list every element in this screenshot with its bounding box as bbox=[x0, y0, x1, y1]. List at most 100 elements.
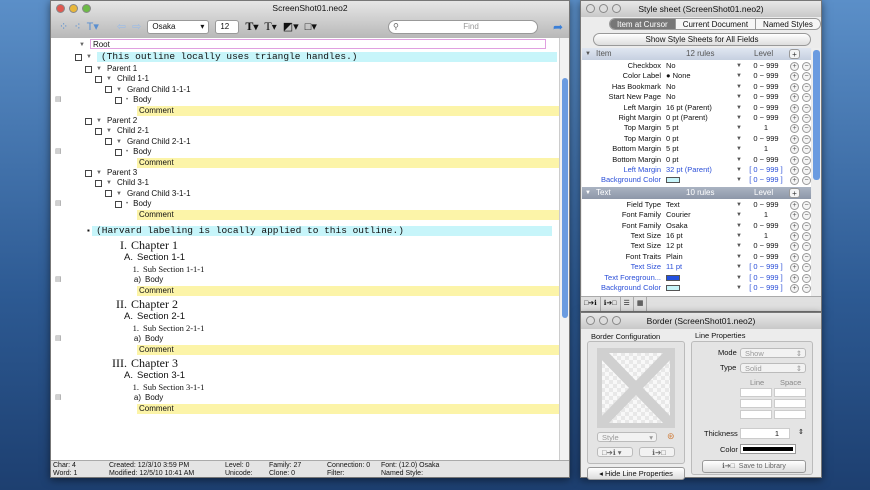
rule-value[interactable]: 5 pt bbox=[666, 123, 742, 133]
rule-value[interactable]: 11 pt bbox=[666, 262, 742, 272]
checkbox[interactable] bbox=[105, 86, 112, 94]
rule-value[interactable]: Text bbox=[666, 200, 742, 210]
rule-value[interactable]: Courier bbox=[666, 210, 742, 220]
outline-row-body[interactable]: • Body bbox=[115, 147, 151, 157]
space-dash-field[interactable] bbox=[774, 399, 806, 408]
rule-level[interactable]: 0 ~ 999 bbox=[746, 200, 786, 210]
dropdown-arrow-icon[interactable]: ▼ bbox=[736, 200, 742, 210]
rule-value[interactable]: 5 pt bbox=[666, 144, 742, 154]
list-view-icon[interactable]: ☰ bbox=[621, 297, 634, 311]
zoom-button[interactable] bbox=[612, 316, 621, 325]
rule-level[interactable]: 0 ~ 999 bbox=[746, 134, 786, 144]
dropdown-arrow-icon[interactable]: ▼ bbox=[736, 134, 742, 144]
checkbox[interactable] bbox=[105, 190, 112, 198]
outline-row-chap[interactable]: III. Chapter 3 bbox=[87, 356, 178, 370]
style-rule-row[interactable]: Right Margin 0 pt (Parent) ▼ 0 ~ 999 + − bbox=[582, 113, 811, 123]
rule-value[interactable]: 0 pt bbox=[666, 155, 742, 165]
add-sibling-icon[interactable]: ⁘ bbox=[59, 20, 68, 34]
disclosure-triangle-icon[interactable]: ▼ bbox=[96, 64, 102, 74]
rule-level[interactable]: 0 ~ 999 bbox=[746, 61, 786, 71]
paste-style-button[interactable]: ℹ➔□ bbox=[601, 297, 621, 311]
add-rule-icon[interactable]: + bbox=[789, 49, 800, 59]
style-rule-row[interactable]: Bottom Margin 0 pt ▼ 0 ~ 999 + − bbox=[582, 155, 811, 165]
disclosure-triangle-icon[interactable]: ▼ bbox=[86, 52, 92, 62]
outline-row-harvard[interactable]: ▪ (Harvard labeling is locally applied t… bbox=[87, 226, 553, 236]
disclosure-triangle-icon[interactable]: ▼ bbox=[106, 126, 112, 136]
disclosure-triangle-icon[interactable]: ▼ bbox=[106, 74, 112, 84]
remove-rule-icon[interactable]: − bbox=[802, 232, 811, 241]
dropdown-arrow-icon[interactable]: ▼ bbox=[736, 123, 742, 133]
outline-row-chap[interactable]: II. Chapter 2 bbox=[87, 297, 178, 311]
rule-value[interactable]: 32 pt (Parent) bbox=[666, 165, 742, 175]
style-rule-row[interactable]: Bottom Margin 5 pt ▼ 1 + − bbox=[582, 144, 811, 155]
scroll-thumb[interactable] bbox=[813, 50, 820, 180]
add-rule-icon[interactable]: + bbox=[790, 124, 799, 134]
rule-level[interactable]: [ 0 ~ 999 ] bbox=[746, 165, 786, 175]
tab-named-styles[interactable]: Named Styles bbox=[756, 19, 820, 29]
outline-row-sect[interactable]: A. Section 1-1 bbox=[101, 252, 185, 264]
rule-level[interactable]: 0 ~ 999 bbox=[746, 113, 786, 123]
add-child-icon[interactable]: ⁖ bbox=[74, 20, 80, 34]
show-all-fields-button[interactable]: Show Style Sheets for All Fields bbox=[593, 33, 811, 46]
remove-rule-icon[interactable]: − bbox=[802, 82, 811, 92]
group-header-item_header[interactable]: Item ▼ 12 rules Level + bbox=[582, 48, 811, 60]
checkbox[interactable] bbox=[85, 65, 92, 73]
outline-row-node[interactable]: ▼ Parent 1 bbox=[85, 64, 137, 74]
line-dash-field[interactable] bbox=[740, 410, 772, 419]
style-select[interactable]: Style ▾ bbox=[597, 432, 657, 442]
dropdown-arrow-icon[interactable]: ▼ bbox=[736, 252, 742, 262]
color-swatch[interactable] bbox=[666, 274, 680, 281]
text-style-icon[interactable]: T▾ bbox=[87, 20, 99, 34]
style-rule-row[interactable]: Background Color ▼ [ 0 ~ 999 ] + − bbox=[582, 175, 811, 186]
dropdown-arrow-icon[interactable]: ▼ bbox=[736, 273, 742, 283]
outline-row-node[interactable]: ▼ Child 3-1 bbox=[95, 178, 149, 188]
disclosure-triangle-icon[interactable]: ▼ bbox=[116, 189, 122, 199]
note-icon[interactable]: ▤ bbox=[55, 147, 62, 155]
dropdown-arrow-icon[interactable]: ▼ bbox=[736, 113, 742, 123]
rule-value[interactable]: 0 pt bbox=[666, 134, 742, 144]
dropdown-arrow-icon[interactable]: ▼ bbox=[736, 262, 742, 272]
tab-item-at-cursor[interactable]: Item at Cursor bbox=[610, 19, 676, 29]
share-icon[interactable]: ➦ bbox=[553, 20, 563, 34]
style-rule-row[interactable]: Top Margin 0 pt ▼ 0 ~ 999 + − bbox=[582, 134, 811, 144]
disclosure-triangle-icon[interactable]: ▼ bbox=[96, 168, 102, 178]
color-well[interactable] bbox=[740, 444, 796, 454]
outline-row-chap[interactable]: I. Chapter 1 bbox=[87, 238, 178, 252]
remove-rule-icon[interactable]: − bbox=[802, 211, 811, 221]
checkbox[interactable] bbox=[115, 96, 122, 104]
type-select[interactable]: Solid ⇕ bbox=[740, 363, 806, 373]
minimize-button[interactable] bbox=[599, 316, 608, 325]
outline-row-comment[interactable]: Comment bbox=[137, 105, 561, 116]
outline-row-sect[interactable]: A. Section 3-1 bbox=[101, 370, 185, 382]
add-rule-icon[interactable]: + bbox=[790, 200, 799, 210]
remove-rule-icon[interactable]: − bbox=[802, 72, 811, 82]
reset-icon[interactable]: ⊛ bbox=[667, 431, 675, 442]
rule-level[interactable]: 0 ~ 999 bbox=[746, 103, 786, 113]
rule-value[interactable]: 16 pt (Parent) bbox=[666, 103, 742, 113]
remove-rule-icon[interactable]: − bbox=[802, 114, 811, 123]
remove-rule-icon[interactable]: − bbox=[802, 134, 811, 144]
save-to-library-button[interactable]: ℹ➔□ Save to Library bbox=[702, 460, 806, 473]
rule-level[interactable]: 0 ~ 999 bbox=[746, 155, 786, 165]
style-rule-row[interactable]: Text Size 11 pt ▼ [ 0 ~ 999 ] + − bbox=[582, 262, 811, 273]
rule-value[interactable]: 0 pt (Parent) bbox=[666, 113, 742, 123]
close-button[interactable] bbox=[586, 316, 595, 325]
rule-value[interactable] bbox=[666, 273, 742, 283]
rule-level[interactable]: [ 0 ~ 999 ] bbox=[746, 262, 786, 272]
scroll-thumb[interactable] bbox=[562, 78, 568, 318]
add-rule-icon[interactable]: + bbox=[790, 103, 799, 113]
remove-rule-icon[interactable]: − bbox=[802, 155, 811, 165]
dropdown-arrow-icon[interactable]: ▼ bbox=[736, 221, 742, 231]
rule-level[interactable]: [ 0 ~ 999 ] bbox=[746, 273, 786, 283]
checkbox[interactable] bbox=[115, 200, 122, 208]
add-rule-icon[interactable]: + bbox=[790, 252, 799, 262]
outline-row-hbody[interactable]: a) Body bbox=[125, 334, 163, 344]
rule-level[interactable]: 1 bbox=[746, 144, 786, 154]
minimize-button[interactable] bbox=[599, 4, 608, 13]
rule-value[interactable]: No bbox=[666, 92, 742, 102]
dropdown-arrow-icon[interactable]: ▼ bbox=[736, 103, 742, 113]
remove-rule-icon[interactable]: − bbox=[802, 221, 811, 231]
rule-value[interactable]: Osaka bbox=[666, 221, 742, 231]
rule-value[interactable] bbox=[666, 283, 742, 293]
add-rule-icon[interactable]: + bbox=[790, 176, 799, 186]
